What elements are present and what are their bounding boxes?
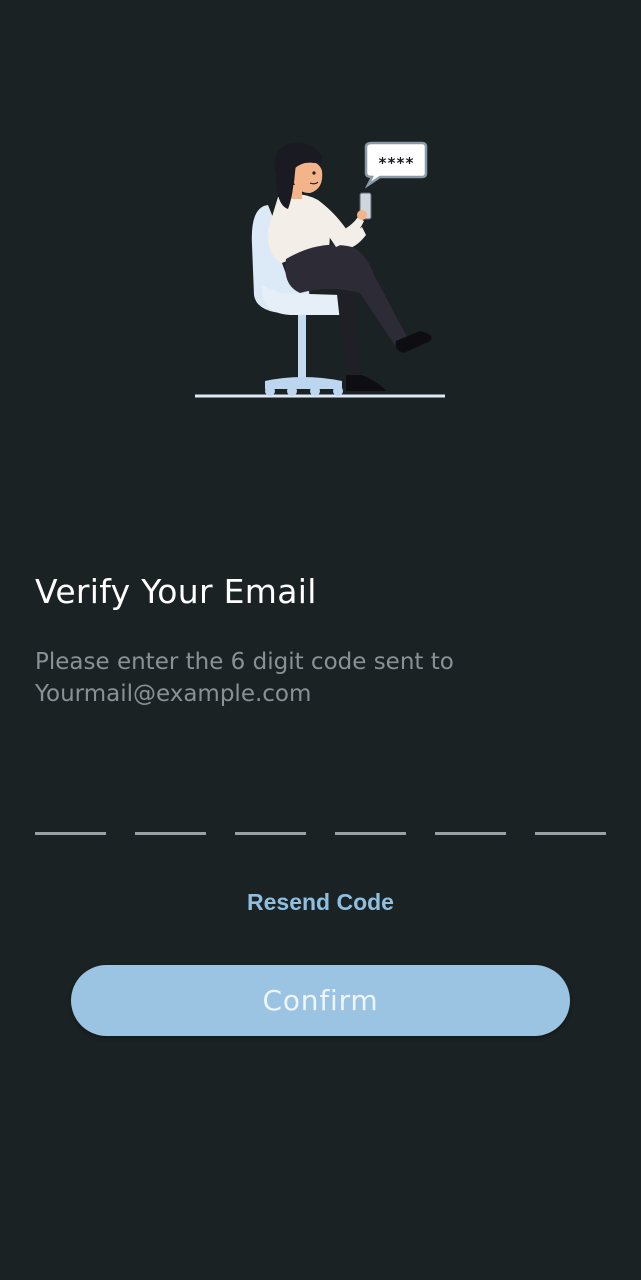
eye	[312, 171, 316, 175]
otp-digit-4[interactable]	[335, 790, 406, 835]
instruction-line: Please enter the 6 digit code sent to	[35, 649, 454, 675]
chair-wheel	[310, 386, 320, 396]
chair-stem	[298, 315, 306, 380]
otp-digit-2[interactable]	[135, 790, 206, 835]
face	[294, 161, 323, 193]
confirm-button[interactable]: Confirm	[71, 965, 570, 1036]
speech-bubble-text: ****	[378, 154, 414, 172]
chair-wheel	[333, 386, 343, 396]
shoe-back	[346, 375, 386, 391]
hand	[357, 210, 367, 220]
email-address: Yourmail@example.com	[35, 681, 312, 707]
chair-wheel	[287, 386, 297, 396]
otp-digit-3[interactable]	[235, 790, 306, 835]
chair-base	[265, 377, 342, 389]
instruction-text: Please enter the 6 digit code sent to Yo…	[35, 646, 615, 710]
otp-digit-5[interactable]	[435, 790, 506, 835]
otp-digit-1[interactable]	[35, 790, 106, 835]
person-on-chair-illustration: ****	[195, 141, 445, 398]
otp-digit-6[interactable]	[535, 790, 606, 835]
page-title: Verify Your Email	[35, 572, 317, 611]
otp-input-group	[35, 790, 606, 835]
chair-wheel	[265, 386, 275, 396]
resend-code-link[interactable]: Resend Code	[0, 889, 641, 916]
